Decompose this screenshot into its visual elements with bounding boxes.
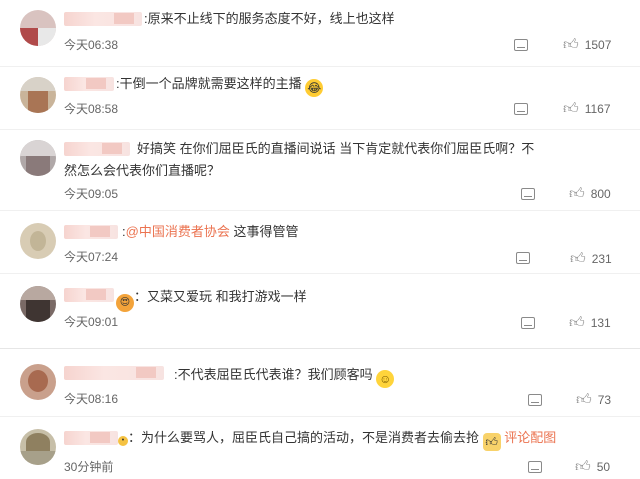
avatar[interactable] (20, 140, 56, 176)
reply-icon (516, 252, 530, 264)
comment-item: :不代表屈臣氏代表谁？我们顾客吗 ☺ 今天08:16 👍︎ 73 (0, 352, 640, 416)
thumbs-up-icon: 👍︎ (563, 36, 579, 53)
comment-item: :原来不止线下的服务态度不好，线上也这样 今天06:38 👍︎ 1507 (0, 0, 640, 66)
reply-icon (514, 39, 528, 51)
like-count: 50 (596, 460, 611, 474)
avatar[interactable] (20, 429, 56, 465)
avatar[interactable] (20, 10, 56, 46)
thumbs-up-icon: 👍︎ (569, 185, 585, 202)
thumbs-up-emoji: 👍︎ (482, 433, 501, 451)
username-blurred[interactable] (64, 431, 118, 445)
like-button[interactable]: 👍︎ 50 (575, 459, 610, 475)
comment-text: 😍 ：又菜又爱玩 和我打游戏一样 (116, 286, 307, 312)
laughing-tears-emoji: 😂 (305, 79, 324, 97)
heart-eyes-emoji: 😍 (116, 294, 134, 312)
mention-link[interactable]: @中国消费者协会 (126, 224, 230, 239)
comment-time: 今天09:01 (64, 315, 119, 329)
reply-button[interactable] (521, 317, 535, 333)
like-count: 1167 (584, 102, 611, 116)
username-blurred[interactable] (64, 366, 164, 380)
like-button[interactable]: 👍︎ 800 (569, 186, 611, 202)
reply-button[interactable] (516, 252, 530, 268)
like-button[interactable]: 👍︎ 1507 (563, 37, 611, 53)
avatar[interactable] (20, 223, 56, 259)
comment-time: 今天09:05 (64, 187, 119, 201)
comment-time: 今天08:16 (64, 392, 119, 406)
reply-button[interactable] (521, 188, 535, 204)
like-button[interactable]: 👍︎ 73 (576, 392, 611, 408)
reply-icon (514, 103, 528, 115)
comment-time: 30分钟前 (64, 460, 114, 474)
comment-item: 😍 ：又菜又爱玩 和我打游戏一样 今天09:01 👍︎ 131 (0, 274, 640, 340)
like-button[interactable]: 👍︎ 1167 (563, 101, 611, 117)
comment-item: 好搞笑 在你们屈臣氏的直播间说话 当下肯定就代表你们屈臣氏啊？不然怎么会代表你们… (0, 130, 640, 210)
username-blurred[interactable] (64, 225, 118, 239)
like-count: 231 (591, 252, 612, 266)
like-count: 131 (590, 316, 611, 330)
thumbs-up-icon: 👍︎ (563, 100, 579, 117)
like-button[interactable]: 👍︎ 231 (570, 251, 612, 267)
like-count: 73 (597, 393, 612, 407)
thumbs-up-icon: 👍︎ (575, 458, 591, 475)
thumbs-up-icon: 👍︎ (576, 391, 592, 408)
thumbs-up-icon: 👍︎ (570, 250, 586, 267)
avatar[interactable] (20, 364, 56, 400)
comment-item: • ：为什么要骂人，屈臣氏自己搞的活动，不是消费者去偷去抢 👍︎ 评论配图 30分… (0, 417, 640, 479)
comment-text: 好搞笑 在你们屈臣氏的直播间说话 当下肯定就代表你们屈臣氏啊？不然怎么会代表你们… (64, 141, 535, 178)
reply-button[interactable] (514, 39, 528, 55)
reply-icon (528, 394, 542, 406)
comment-text: :@中国消费者协会 这事得管管 (122, 224, 299, 239)
like-count: 1507 (584, 38, 612, 52)
comment-text: :原来不止线下的服务态度不好，线上也这样 (144, 11, 395, 26)
avatar[interactable] (20, 77, 56, 113)
username-blurred[interactable] (64, 288, 114, 302)
reply-icon (521, 317, 535, 329)
like-count: 800 (590, 187, 611, 201)
thumbs-up-icon: 👍︎ (569, 314, 585, 331)
comment-text: :干倒一个品牌就需要这样的主播 😂 (116, 76, 324, 97)
avatar[interactable] (20, 286, 56, 322)
reply-button[interactable] (528, 461, 542, 477)
view-image-link[interactable]: 评论配图 (504, 430, 556, 445)
comment-text: :不代表屈臣氏代表谁？我们顾客吗 ☺ (174, 364, 395, 388)
smile-emoji: ☺ (376, 370, 395, 388)
reply-button[interactable] (514, 103, 528, 119)
comment-text: • ：为什么要骂人，屈臣氏自己搞的活动，不是消费者去偷去抢 👍︎ 评论配图 (118, 427, 556, 451)
wink-emoji: • (118, 436, 128, 446)
comment-time: 今天07:24 (64, 250, 119, 264)
comment-item: :干倒一个品牌就需要这样的主播 😂 今天08:58 👍︎ 1167 (0, 67, 640, 129)
comment-time: 今天08:58 (64, 102, 119, 116)
username-blurred[interactable] (64, 12, 142, 26)
reply-icon (528, 461, 542, 473)
like-button[interactable]: 👍︎ 131 (569, 315, 611, 331)
reply-button[interactable] (528, 394, 542, 410)
comment-item: :@中国消费者协会 这事得管管 今天07:24 👍︎ 231 (0, 211, 640, 273)
reply-icon (521, 188, 535, 200)
username-blurred[interactable] (64, 77, 114, 91)
comment-time: 今天06:38 (64, 38, 119, 52)
